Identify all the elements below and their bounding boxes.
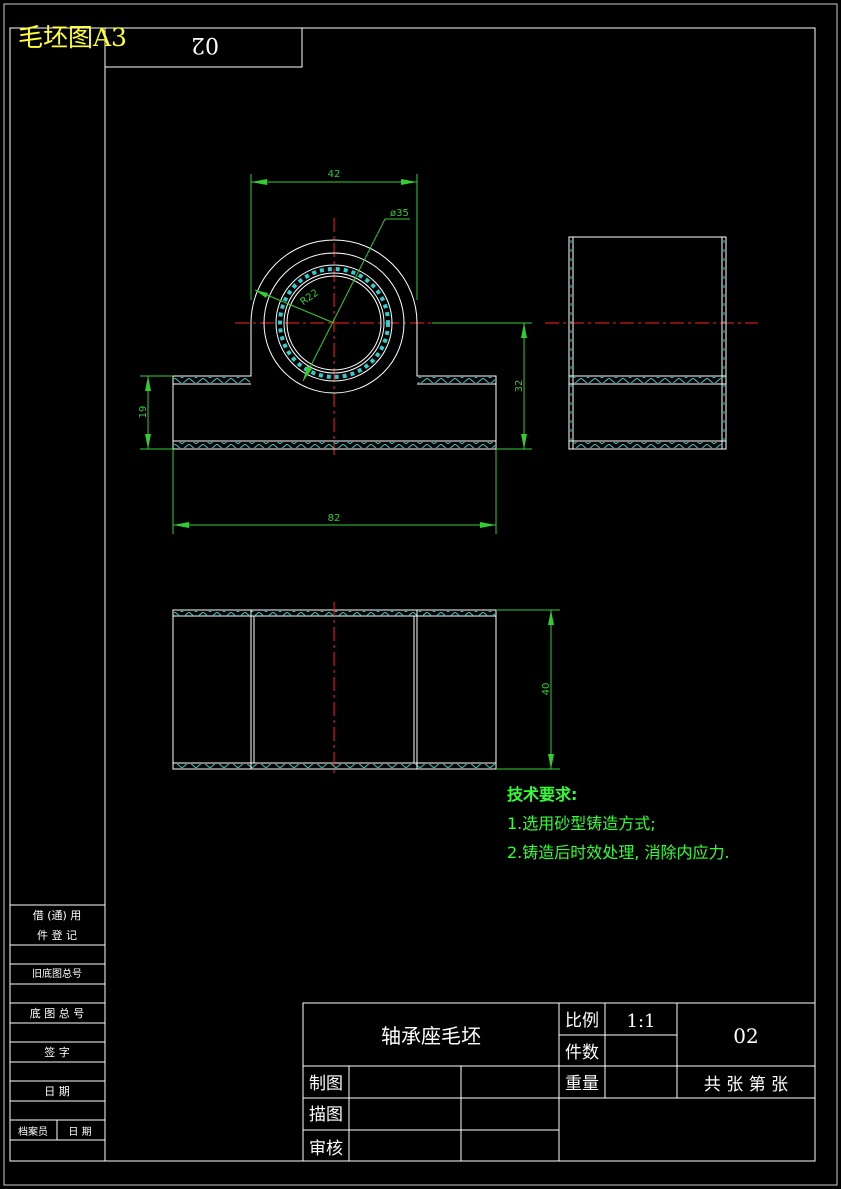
stamp-borrow-row1: 借 (通) 用	[33, 909, 82, 922]
scale-value: 1:1	[627, 1011, 656, 1032]
dim-82-label: 82	[328, 513, 341, 524]
quantity-label: 件数	[565, 1043, 599, 1063]
tech-requirements-heading: 技术要求:	[507, 785, 578, 804]
dim-radius-arrow	[255, 290, 268, 298]
side-stamp: 借 (通) 用 件 登 记 旧底图总号 底 图 总 号 签 字 日 期 档案员 …	[9, 904, 106, 1162]
stamp-old-base-total: 旧底图总号	[32, 967, 82, 980]
engineering-drawing-sheet: 02 42 ø35 R22 19 32 82 40 借 (通) 用 件 登 记 …	[3, 3, 838, 1186]
outer-border	[3, 3, 838, 1186]
stamp-base-total: 底 图 总 号	[30, 1006, 85, 1020]
side-hatch-mid	[574, 377, 721, 383]
dim-42-label: 42	[328, 169, 341, 180]
tech-requirement-2: 2.铸造后时效处理, 消除内应力.	[507, 843, 730, 862]
dim-19-arrow-top	[145, 376, 151, 391]
stamp-archivist-date: 日 期	[68, 1126, 91, 1138]
drawing-number: 02	[733, 1024, 758, 1048]
sheet-title: 毛坯图A3	[18, 23, 127, 52]
tech-requirement-1: 1.选用砂型铸造方式;	[507, 814, 656, 833]
part-name: 轴承座毛坯	[381, 1024, 481, 1048]
front-hatch-right	[418, 377, 495, 383]
title-block: 轴承座毛坯 比例 1:1 件数 02 制图 重量 共 张 第 张 描图 审核	[302, 1002, 816, 1162]
stamp-archivist: 档案员	[18, 1125, 48, 1138]
traced-label: 描图	[309, 1105, 343, 1125]
dim-radius-label: R22	[298, 288, 320, 308]
drawing-number-flipped: 02	[191, 32, 219, 57]
dim-42-arrow-right	[401, 179, 417, 185]
dim-19-label: 19	[138, 406, 149, 419]
dim-19-arrow-bottom	[145, 434, 151, 449]
drawing-frame	[9, 27, 816, 1162]
side-body-outline	[568, 236, 727, 450]
dim-32-label: 32	[514, 380, 525, 393]
sheet-count: 共 张 第 张	[704, 1075, 788, 1095]
scale-label: 比例	[565, 1011, 599, 1031]
dim-40-arrow-bottom	[548, 754, 554, 769]
dim-82-arrow-left	[173, 522, 189, 528]
front-hatch-left	[174, 377, 250, 383]
dim-40-arrow-top	[548, 610, 554, 625]
dim-82-arrow-right	[480, 522, 496, 528]
weight-label: 重量	[565, 1074, 599, 1094]
dim-32-arrow-bottom	[521, 434, 527, 449]
stamp-signature: 签 字	[44, 1045, 70, 1059]
dim-32-arrow-top	[521, 323, 527, 338]
stamp-borrow-row2: 件 登 记	[37, 928, 77, 942]
dim-40-label: 40	[541, 683, 552, 696]
front-view: 42 ø35 R22 19 32 82	[138, 169, 532, 534]
side-view	[545, 236, 758, 450]
side-hatch-bottom	[574, 442, 721, 448]
drawn-label: 制图	[309, 1074, 343, 1094]
checked-label: 审核	[309, 1139, 343, 1159]
dim-42-arrow-left	[251, 179, 267, 185]
dim-diameter-label: ø35	[390, 208, 409, 219]
top-view: 40	[172, 602, 560, 775]
stamp-date: 日 期	[44, 1085, 70, 1098]
front-hatch-bottom	[174, 442, 495, 448]
